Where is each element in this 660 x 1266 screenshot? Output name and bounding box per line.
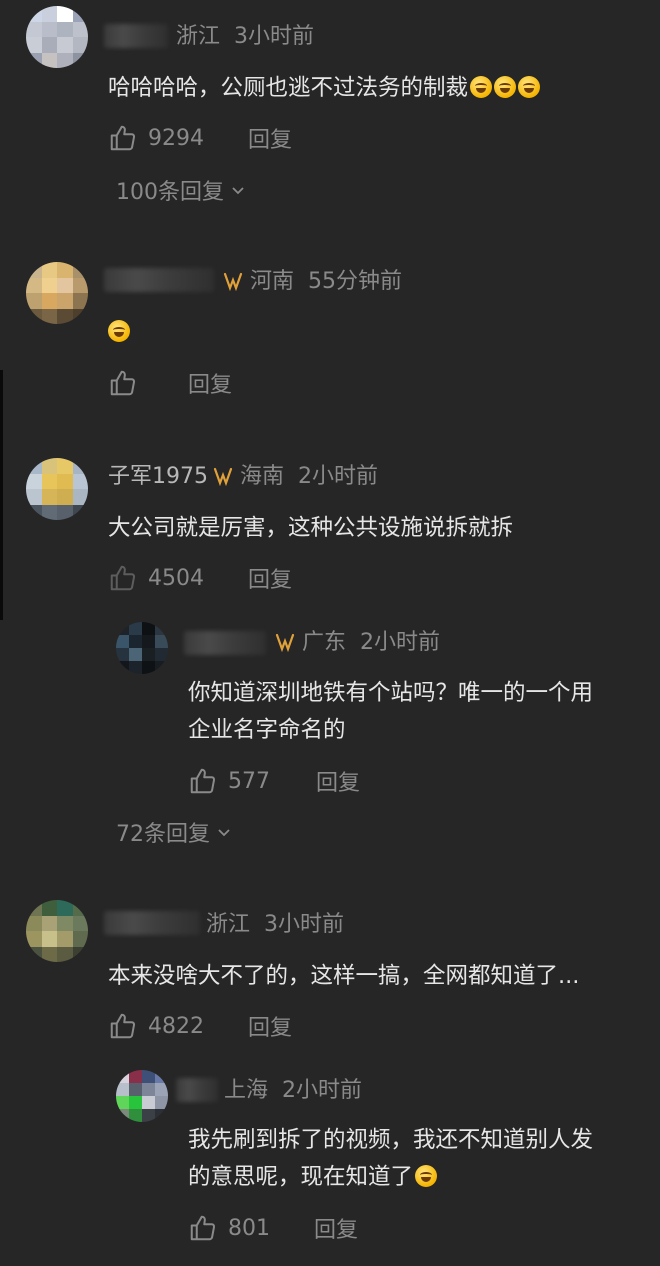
thumbs-up-icon <box>190 1215 216 1241</box>
comment-actions: 9294 回复 <box>108 121 292 155</box>
chevron-down-icon <box>218 829 230 837</box>
thumbs-up-icon <box>190 768 216 794</box>
thumbs-up-icon <box>110 370 136 396</box>
avatar[interactable] <box>26 262 88 324</box>
reply-button[interactable]: 回复 <box>248 122 292 154</box>
reply-meta: 广东 2小时前 <box>270 628 440 658</box>
timestamp: 55分钟前 <box>308 269 403 294</box>
expand-replies-button[interactable]: 100条回复 <box>116 174 246 206</box>
timestamp: 3小时前 <box>234 24 315 49</box>
chevron-down-icon <box>232 187 244 195</box>
location: 广东 <box>302 630 347 655</box>
reply-button[interactable]: 回复 <box>248 1010 292 1042</box>
like-count: 4504 <box>148 565 204 591</box>
laughing-crying-emoji-icon <box>494 76 517 98</box>
reply-text: 我先刷到拆了的视频，我还不知道别人发 的意思呢，现在知道了 <box>188 1127 594 1190</box>
reply-meta: 上海 2小时前 <box>224 1076 362 1106</box>
like-button[interactable]: 801 <box>188 1213 270 1243</box>
comment-actions: 4504 回复 <box>108 561 292 595</box>
location: 上海 <box>224 1078 269 1103</box>
expand-replies-button[interactable]: 72条回复 <box>116 816 232 848</box>
comment-meta: 河南 55分钟前 <box>218 267 402 297</box>
creator-badge-icon <box>223 272 243 291</box>
location: 浙江 <box>206 912 251 937</box>
username-blurred[interactable] <box>104 268 214 292</box>
scroll-edge <box>0 370 3 620</box>
username-blurred[interactable] <box>104 24 168 48</box>
avatar[interactable] <box>26 900 88 962</box>
reply-actions: 577 回复 <box>188 764 360 798</box>
like-count: 4822 <box>148 1013 204 1039</box>
like-button[interactable]: 4822 <box>108 1011 204 1041</box>
avatar[interactable] <box>116 622 168 674</box>
reply-button[interactable]: 回复 <box>188 367 232 399</box>
reply-actions: 801 回复 <box>188 1211 358 1245</box>
laughing-crying-emoji-icon <box>415 1165 438 1187</box>
username-blurred[interactable] <box>176 1078 218 1102</box>
thumbs-up-icon <box>110 1013 136 1039</box>
reply-button[interactable]: 回复 <box>316 765 360 797</box>
comment-meta: 浙江 3小时前 <box>206 910 344 940</box>
creator-badge-icon <box>275 633 295 652</box>
like-button[interactable] <box>108 368 148 398</box>
location: 浙江 <box>176 24 221 49</box>
comment-text <box>108 314 130 351</box>
comment-meta: 浙江 3小时前 <box>176 22 314 52</box>
like-button[interactable]: 577 <box>188 766 270 796</box>
laughing-crying-emoji-icon <box>108 320 130 342</box>
comment-meta: 子军1975 海南 2小时前 <box>108 462 378 492</box>
username-blurred[interactable] <box>104 911 200 935</box>
creator-badge-icon <box>213 467 233 486</box>
timestamp: 2小时前 <box>282 1078 363 1103</box>
thumbs-up-icon <box>110 565 136 591</box>
laughing-crying-emoji-icon <box>518 76 541 98</box>
location: 河南 <box>250 269 295 294</box>
comment-actions: 4822 回复 <box>108 1009 292 1043</box>
like-button[interactable]: 9294 <box>108 123 204 153</box>
like-count: 9294 <box>148 125 204 151</box>
laughing-crying-emoji-icon <box>470 76 493 98</box>
comment-text: 本来没啥大不了的，这样一搞，全网都知道了... <box>108 963 580 989</box>
avatar[interactable] <box>116 1070 168 1122</box>
like-count: 577 <box>228 768 270 794</box>
timestamp: 2小时前 <box>298 464 379 489</box>
avatar[interactable] <box>26 6 88 68</box>
comment-actions: 回复 <box>108 366 232 400</box>
reply-button[interactable]: 回复 <box>248 562 292 594</box>
username[interactable]: 子军1975 <box>108 464 208 489</box>
comment-list: 浙江 3小时前 哈哈哈哈，公厕也逃不过法务的制裁 9294 回复 100条回复 … <box>0 0 660 1266</box>
like-button[interactable]: 4504 <box>108 563 204 593</box>
like-count: 801 <box>228 1215 270 1241</box>
location: 海南 <box>240 464 285 489</box>
username-blurred[interactable] <box>184 631 266 655</box>
reply-button[interactable]: 回复 <box>314 1212 358 1244</box>
comment-text: 哈哈哈哈，公厕也逃不过法务的制裁 <box>108 70 541 107</box>
thumbs-up-icon <box>110 125 136 151</box>
reply-text: 你知道深圳地铁有个站吗？唯一的一个用 企业名字命名的 <box>188 680 594 743</box>
timestamp: 2小时前 <box>360 630 441 655</box>
comment-text: 大公司就是厉害，这种公共设施说拆就拆 <box>108 515 514 541</box>
avatar[interactable] <box>26 458 88 520</box>
timestamp: 3小时前 <box>264 912 345 937</box>
